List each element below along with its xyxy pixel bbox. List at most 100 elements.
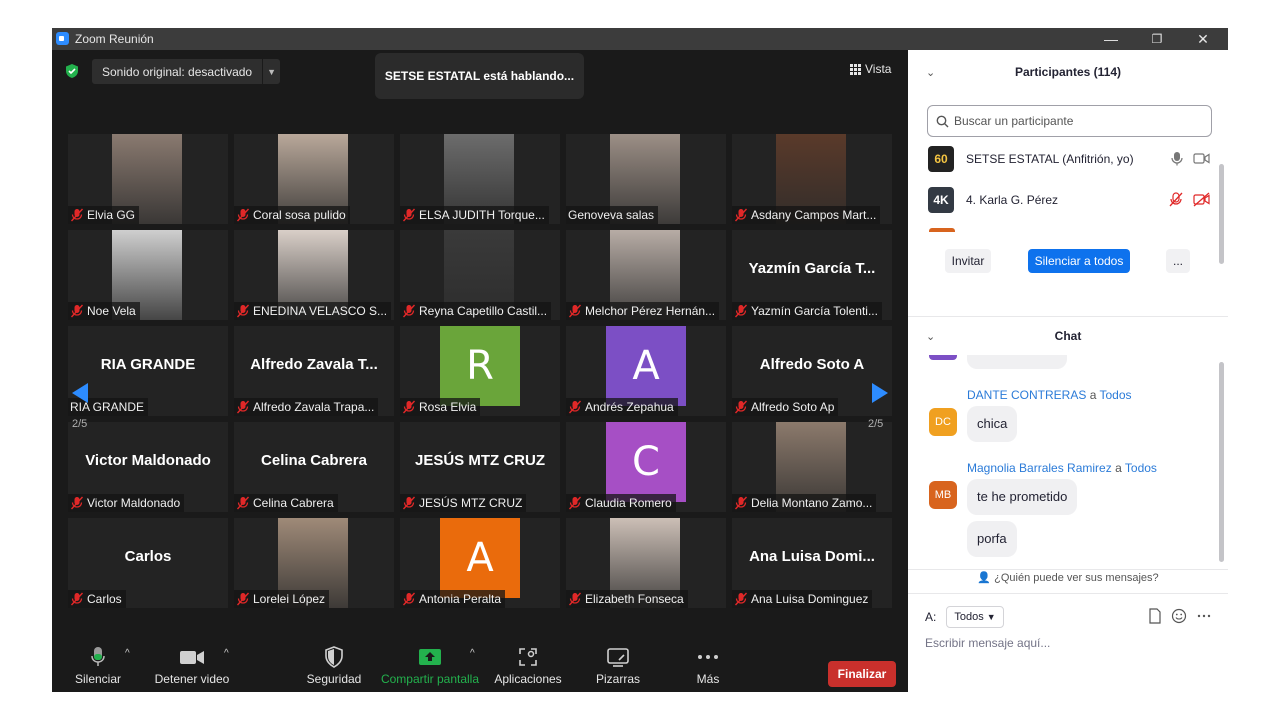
chat-message-input[interactable]: Escribir mensaje aquí...: [925, 636, 1050, 650]
window-title: Zoom Reunión: [75, 32, 154, 46]
restore-button[interactable]: ❐: [1142, 30, 1172, 48]
minimize-button[interactable]: —: [1096, 30, 1126, 48]
apps-icon: [519, 648, 537, 666]
share-screen-button[interactable]: Compartir pantalla: [380, 646, 480, 686]
grid-view-icon: [850, 63, 861, 75]
invite-button[interactable]: Invitar: [945, 249, 991, 273]
chat-sender-name[interactable]: Magnolia Barrales Ramirez: [967, 461, 1112, 475]
participant-name-label: ENEDINA VELASCO S...: [234, 302, 392, 320]
security-label: Seguridad: [306, 672, 362, 686]
security-shield-icon: [325, 646, 343, 668]
participant-video-tile[interactable]: Yazmín García T... Yazmín García Tolenti.…: [732, 230, 892, 320]
participant-name: Asdany Campos Mart...: [751, 208, 877, 222]
video-options-caret-icon[interactable]: ^: [224, 648, 229, 659]
participant-name-label: Rosa Elvia: [400, 398, 481, 416]
participant-video-tile[interactable]: ELSA JUDITH Torque...: [400, 134, 560, 224]
microphone-muted-icon: [70, 496, 84, 510]
video-camera-icon[interactable]: [1193, 151, 1210, 166]
participant-video-tile[interactable]: Elvia GG: [68, 134, 228, 224]
more-button[interactable]: Más: [686, 646, 730, 686]
microphone-muted-icon: [734, 304, 748, 318]
end-meeting-button[interactable]: Finalizar: [828, 661, 896, 687]
participant-video-tile[interactable]: Carlos Carlos: [68, 518, 228, 608]
participant-video-tile[interactable]: ENEDINA VELASCO S...: [234, 230, 394, 320]
participant-video-tile[interactable]: Celina Cabrera Celina Cabrera: [234, 422, 394, 512]
participant-video-tile[interactable]: Noe Vela: [68, 230, 228, 320]
search-icon: [936, 115, 949, 127]
message-visibility-link[interactable]: 👤 ¿Quién puede ver sus mensajes?: [908, 571, 1228, 584]
chat-title: Chat: [1054, 329, 1082, 343]
chat-actions: [1148, 608, 1212, 624]
participant-name: Victor Maldonado: [87, 496, 181, 510]
original-sound-toggle[interactable]: Sonido original: desactivado ▼: [92, 59, 281, 84]
microphone-muted-icon: [734, 208, 748, 222]
participants-scrollbar[interactable]: [1219, 164, 1224, 264]
participant-video-tile[interactable]: Delia Montano Zamo...: [732, 422, 892, 512]
emoji-icon[interactable]: [1171, 608, 1187, 624]
more-options-button[interactable]: ...: [1166, 249, 1190, 273]
participant-video-tile[interactable]: Alfredo Zavala T... Alfredo Zavala Trapa.…: [234, 326, 394, 416]
previous-page-arrow-icon[interactable]: [70, 381, 90, 405]
chat-divider: [908, 569, 1228, 570]
participant-video-tile[interactable]: Melchor Pérez Hernán...: [566, 230, 726, 320]
participant-row[interactable]: 4K 4. Karla G. Pérez: [928, 185, 1218, 215]
security-button[interactable]: Seguridad: [304, 646, 364, 686]
participant-video-tile[interactable]: RIA GRANDE RIA GRANDE: [68, 326, 228, 416]
participant-name-label: Carlos: [68, 590, 126, 608]
apps-button[interactable]: Aplicaciones: [492, 646, 564, 686]
chat-sender-name[interactable]: DANTE CONTRERAS: [967, 388, 1086, 402]
participant-search-input[interactable]: Buscar un participante: [927, 105, 1212, 137]
chevron-down-icon[interactable]: ▼: [262, 59, 280, 84]
participant-video-tile[interactable]: Victor Maldonado Victor Maldonado: [68, 422, 228, 512]
next-page-arrow-icon[interactable]: [870, 381, 890, 405]
microphone-muted-icon: [70, 592, 84, 606]
view-button[interactable]: Vista: [850, 62, 891, 76]
microphone-muted-icon: [236, 400, 250, 414]
participant-video-tile[interactable]: Ana Luisa Domi... Ana Luisa Dominguez: [732, 518, 892, 608]
microphone-icon[interactable]: [1171, 151, 1183, 166]
recipient-label: A:: [925, 610, 937, 624]
original-sound-label: Sonido original: desactivado: [102, 64, 253, 79]
recipient-dropdown[interactable]: Todos ▼: [946, 606, 1004, 628]
participant-name: Reyna Capetillo Castil...: [419, 304, 548, 318]
message-visibility-text: ¿Quién puede ver sus mensajes?: [994, 572, 1159, 584]
microphone-muted-icon[interactable]: [1169, 192, 1183, 207]
more-dots-icon[interactable]: [1196, 608, 1212, 624]
participant-video-tile[interactable]: Asdany Campos Mart...: [732, 134, 892, 224]
participant-video-tile[interactable]: Genoveva salas: [566, 134, 726, 224]
participant-row[interactable]: 60 SETSE ESTATAL (Anfitrión, yo): [928, 144, 1218, 174]
participant-video-tile[interactable]: Elizabeth Fonseca: [566, 518, 726, 608]
participant-name-label: Claudia Romero: [566, 494, 676, 512]
participant-video-tile[interactable]: C Claudia Romero: [566, 422, 726, 512]
chat-message-bubble: porfa: [967, 521, 1017, 557]
participant-avatar: A: [440, 518, 520, 598]
participant-video-tile[interactable]: Reyna Capetillo Castil...: [400, 230, 560, 320]
mute-all-button[interactable]: Silenciar a todos: [1028, 249, 1130, 273]
meeting-toolbar: Silenciar ^ Detener video ^ Seguridad Co…: [52, 634, 908, 692]
chat-sender-line: Magnolia Barrales Ramirez a Todos: [967, 461, 1157, 475]
file-icon[interactable]: [1148, 608, 1162, 624]
panel-divider: [908, 316, 1228, 317]
stop-video-button[interactable]: Detener video: [152, 646, 232, 686]
close-button[interactable]: ✕: [1188, 30, 1218, 48]
participant-video-tile[interactable]: A Andrés Zepahua: [566, 326, 726, 416]
participant-video-tile[interactable]: Coral sosa pulido: [234, 134, 394, 224]
participant-name-label: Alfredo Zavala Trapa...: [234, 398, 379, 416]
chat-scrollbar[interactable]: [1219, 362, 1224, 562]
participant-video-tile[interactable]: A Antonia Peralta: [400, 518, 560, 608]
participant-avatar: 60: [928, 146, 954, 172]
participants-header: ⌄ Participantes (114): [908, 50, 1228, 96]
audio-options-caret-icon[interactable]: ^: [125, 648, 130, 659]
share-options-caret-icon[interactable]: ^: [470, 648, 475, 659]
microphone-muted-icon: [70, 208, 84, 222]
mute-button[interactable]: Silenciar: [74, 646, 122, 686]
encryption-shield-icon[interactable]: [64, 63, 80, 79]
whiteboards-button[interactable]: Pizarras: [590, 646, 646, 686]
participant-video-tile[interactable]: Alfredo Soto A Alfredo Soto Ap: [732, 326, 892, 416]
video-off-icon[interactable]: [1193, 192, 1210, 207]
active-speaker-banner: SETSE ESTATAL está hablando...: [375, 53, 584, 99]
microphone-muted-icon: [236, 496, 250, 510]
participant-video-tile[interactable]: R Rosa Elvia: [400, 326, 560, 416]
participant-video-tile[interactable]: JESÚS MTZ CRUZ JESÚS MTZ CRUZ: [400, 422, 560, 512]
participant-video-tile[interactable]: Lorelei López: [234, 518, 394, 608]
